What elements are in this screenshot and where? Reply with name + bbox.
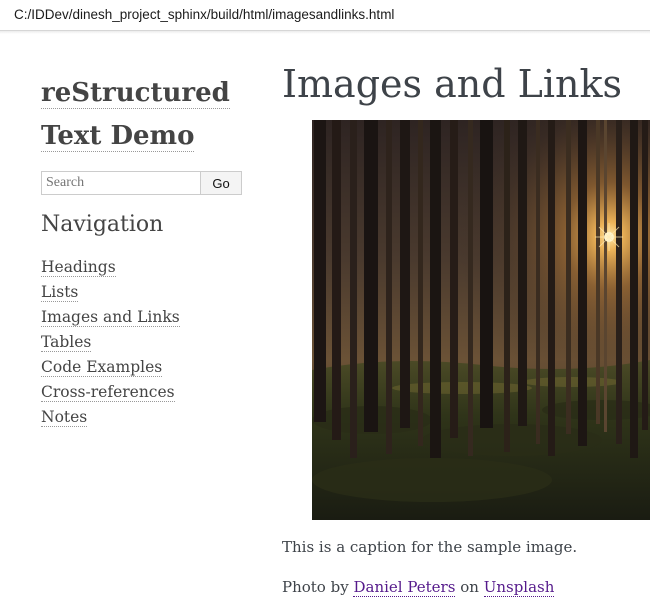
- site-logo-link[interactable]: reStructured Text Demo: [41, 72, 256, 158]
- navigation-heading: Navigation: [41, 212, 164, 237]
- nav-link-lists[interactable]: Lists: [41, 283, 79, 302]
- author-link[interactable]: Daniel Peters: [353, 578, 456, 597]
- tree-trunk: [578, 120, 587, 446]
- nav-item-headings: Headings: [41, 257, 180, 282]
- address-bar-url[interactable]: C:/IDDev/dinesh_project_sphinx/build/htm…: [14, 7, 394, 22]
- credit-middle: on: [460, 578, 479, 596]
- nav-item-tables: Tables: [41, 332, 180, 357]
- nav-link-images-and-links[interactable]: Images and Links: [41, 308, 180, 327]
- nav-link-headings[interactable]: Headings: [41, 258, 116, 277]
- tree-trunk: [350, 120, 357, 458]
- nav-link-code-examples[interactable]: Code Examples: [41, 358, 163, 377]
- tree-trunk: [450, 120, 458, 438]
- forest-photo: [312, 120, 650, 520]
- tree-trunk: [642, 120, 648, 430]
- nav-link-tables[interactable]: Tables: [41, 333, 92, 352]
- tree-trunk: [364, 120, 378, 432]
- sidebar: reStructured Text Demo Go Navigation Hea…: [41, 72, 256, 427]
- address-bar[interactable]: C:/IDDev/dinesh_project_sphinx/build/htm…: [0, 0, 650, 31]
- photo-credit: Photo by Daniel Peters on Unsplash: [282, 578, 555, 597]
- site-title-line1[interactable]: reStructured: [41, 78, 230, 109]
- image-caption: This is a caption for the sample image.: [282, 538, 578, 556]
- tree-trunk: [430, 120, 441, 458]
- site-title-line2[interactable]: Text Demo: [41, 121, 195, 152]
- navigation-list: Headings Lists Images and Links Tables C…: [41, 257, 180, 432]
- nav-link-cross-references[interactable]: Cross-references: [41, 383, 175, 402]
- tree-trunk: [596, 120, 600, 424]
- tree-trunk: [518, 120, 527, 426]
- forest-sunset-image: [312, 120, 650, 520]
- nav-item-cross-references: Cross-references: [41, 382, 180, 407]
- tree-trunk: [314, 120, 326, 422]
- toolbar-divider: [0, 31, 650, 34]
- page-title: Images and Links: [282, 62, 623, 106]
- tree-trunk: [616, 120, 622, 444]
- tree-trunk: [548, 120, 555, 456]
- tree-trunk: [566, 120, 571, 434]
- nav-item-images-and-links: Images and Links: [41, 307, 180, 332]
- unsplash-link[interactable]: Unsplash: [483, 578, 555, 597]
- tree-trunk: [536, 120, 540, 444]
- nav-item-notes: Notes: [41, 407, 180, 432]
- tree-trunk: [386, 120, 392, 454]
- tree-trunk: [400, 120, 410, 428]
- nav-link-notes[interactable]: Notes: [41, 408, 88, 427]
- nav-item-code-examples: Code Examples: [41, 357, 180, 382]
- tree-trunk: [418, 120, 423, 446]
- tree-trunk: [480, 120, 493, 428]
- tree-trunk: [504, 120, 510, 452]
- nav-item-lists: Lists: [41, 282, 180, 307]
- tree-trunk: [604, 120, 607, 432]
- search-go-button[interactable]: Go: [201, 171, 242, 195]
- tree-trunk: [468, 120, 473, 456]
- tree-trunk: [332, 120, 341, 440]
- tree-trunk: [630, 120, 638, 458]
- search-form: Go: [41, 171, 242, 195]
- credit-prefix: Photo by: [282, 578, 349, 596]
- search-input[interactable]: [41, 171, 201, 195]
